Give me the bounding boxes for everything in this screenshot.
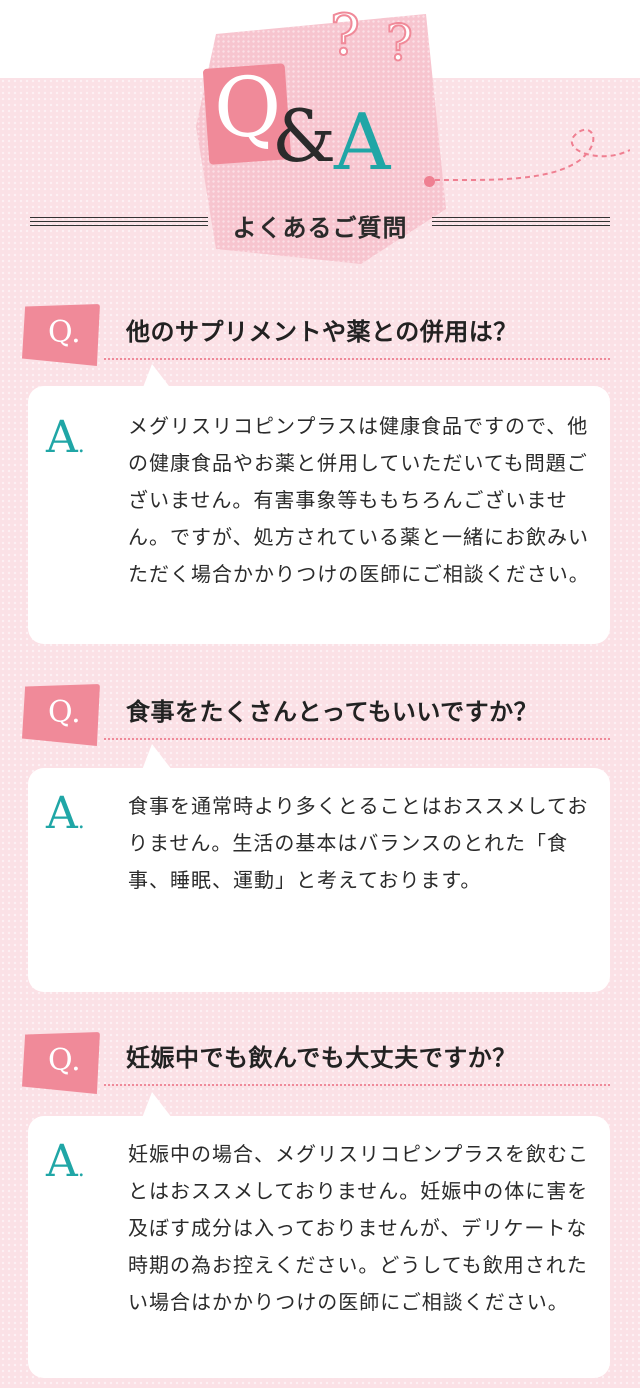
a-label: A. (46, 412, 85, 463)
answer-text: メグリスリコピンプラスは健康食品ですので、他の健康食品やお薬と併用していただいて… (128, 414, 590, 586)
question-underline (104, 1084, 610, 1086)
answer-text: 食事を通常時より多くとることはおススメしておりません。生活の基本はバランスのとれ… (128, 794, 589, 892)
dashed-line-decoration (434, 128, 630, 182)
faq-item: Q. 他のサプリメントや薬との併用は？ A. メグリスリコピンプラスは健康食品で… (0, 296, 640, 656)
divider-right (432, 217, 610, 229)
q-label: Q. (48, 1043, 81, 1078)
speech-tail (142, 1092, 172, 1118)
q-label: Q. (48, 315, 81, 350)
faq-item: Q. 食事をたくさんとってもいいですか？ A. 食事を通常時より多くとることはお… (0, 676, 640, 1006)
question-underline (104, 738, 610, 740)
a-label: A. (46, 788, 85, 839)
question-mark-decoration: ? (385, 14, 414, 72)
logo-ampersand: & (272, 94, 337, 178)
question-mark-decoration: ? (329, 3, 361, 68)
subtitle-row: よくあるご質問 (30, 208, 610, 242)
question-text: 他のサプリメントや薬との併用は？ (126, 318, 518, 346)
a-label: A. (46, 1136, 85, 1187)
qa-header: ? ? Q & A よくあるご質問 (0, 0, 640, 270)
question-text: 食事をたくさんとってもいいですか？ (126, 698, 539, 726)
q-label: Q. (48, 695, 81, 730)
faq-item: Q. 妊娠中でも飲んでも大丈夫ですか？ A. 妊娠中の場合、メグリスリコピンプラ… (0, 1024, 640, 1384)
answer-text: 妊娠中の場合、メグリスリコピンプラスを飲むことはおススメしておりません。妊娠中の… (128, 1142, 589, 1314)
page-subtitle: よくあるご質問 (232, 214, 408, 242)
question-text: 妊娠中でも飲んでも大丈夫ですか？ (126, 1044, 517, 1072)
speech-tail (142, 744, 172, 770)
question-underline (104, 358, 610, 360)
logo-a: A (334, 98, 391, 188)
divider-left (30, 217, 208, 229)
